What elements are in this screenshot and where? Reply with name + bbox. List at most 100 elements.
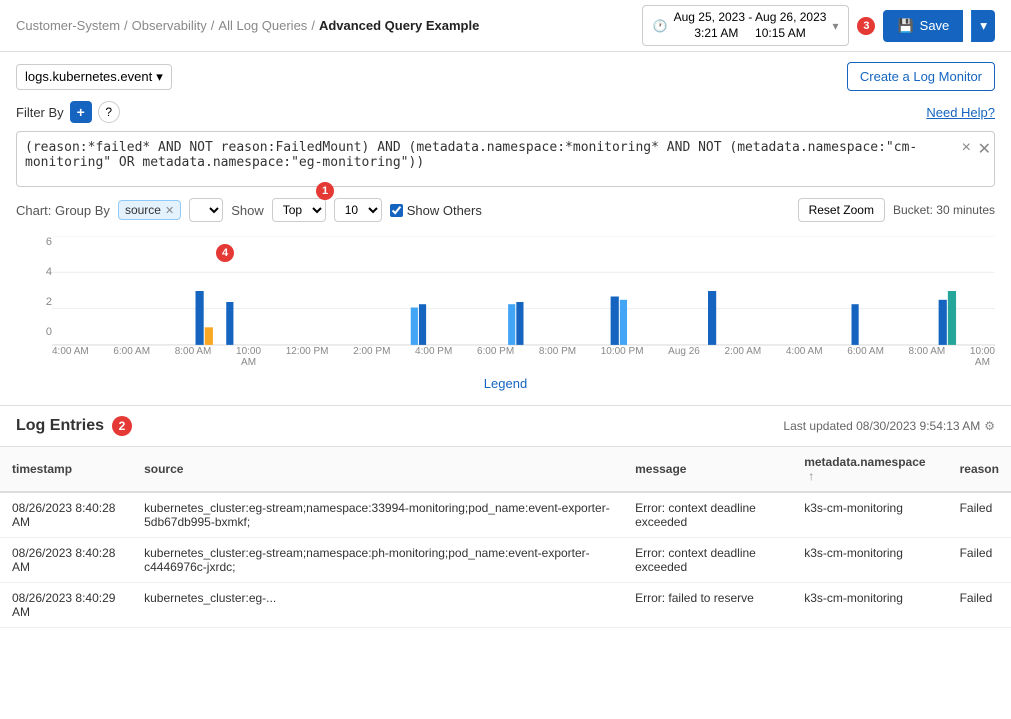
x-label-4: 10:00AM <box>236 346 261 368</box>
col-message[interactable]: message <box>623 447 792 492</box>
query-close-button[interactable]: ✕ <box>978 139 991 159</box>
group-by-dropdown[interactable] <box>189 198 223 222</box>
col-reason[interactable]: reason <box>948 447 1011 492</box>
col-namespace[interactable]: metadata.namespace ↑ <box>792 447 947 492</box>
x-label-12: 2:00 AM <box>725 346 762 368</box>
show-others-label: Show Others <box>407 203 482 218</box>
count-dropdown[interactable]: 10 <box>334 198 382 222</box>
last-updated-text: Last updated 08/30/2023 9:54:13 AM <box>783 419 980 433</box>
breadcrumb-current: Advanced Query Example <box>319 18 479 33</box>
table-row: 08/26/2023 8:40:28 AM kubernetes_cluster… <box>0 492 1011 538</box>
log-entries-title: Log Entries 2 <box>16 416 132 436</box>
breadcrumb-item-2[interactable]: Observability <box>132 18 207 33</box>
annotation-badge-1: 1 <box>316 182 334 200</box>
cell-namespace: k3s-cm-monitoring <box>792 492 947 538</box>
x-label-5: 12:00 PM <box>286 346 329 368</box>
cell-timestamp: 08/26/2023 8:40:28 AM <box>0 492 132 538</box>
reset-zoom-button[interactable]: Reset Zoom <box>798 198 885 222</box>
annotation-badge-4: 4 <box>216 244 234 262</box>
x-label-14: 6:00 AM <box>847 346 884 368</box>
log-source-label: logs.kubernetes.event <box>25 69 152 84</box>
sort-asc-icon: ↑ <box>808 469 814 483</box>
cell-namespace: k3s-cm-monitoring <box>792 583 947 628</box>
top-dropdown[interactable]: Top <box>272 198 326 222</box>
cell-message: Error: context deadline exceeded <box>623 492 792 538</box>
top-header: Customer-System / Observability / All Lo… <box>0 0 1011 52</box>
breadcrumb-item-1[interactable]: Customer-System <box>16 18 120 33</box>
save-icon: 💾 <box>897 18 913 34</box>
y-label-4: 4 <box>16 266 52 278</box>
col-timestamp[interactable]: timestamp <box>0 447 132 492</box>
cell-reason: Failed <box>948 538 1011 583</box>
breadcrumb-item-3[interactable]: All Log Queries <box>218 18 307 33</box>
create-monitor-button[interactable]: Create a Log Monitor <box>847 62 995 91</box>
table-header-row: timestamp source message metadata.namesp… <box>0 447 1011 492</box>
annotation-badge-2: 2 <box>112 416 132 436</box>
annotation-badge-3: 3 <box>857 17 875 35</box>
clock-icon: 🕐 <box>653 19 668 33</box>
chart-y-axis: 6 4 2 0 <box>16 236 52 338</box>
x-label-11: Aug 26 <box>668 346 700 368</box>
save-dropdown-button[interactable]: ▾ <box>971 10 995 42</box>
header-right: 🕐 Aug 25, 2023 - Aug 26, 2023 3:21 AM 10… <box>642 5 995 46</box>
cell-message: Error: context deadline exceeded <box>623 538 792 583</box>
y-label-2: 2 <box>16 296 52 308</box>
query-input[interactable]: (reason:*failed* AND NOT reason:FailedMo… <box>16 131 995 187</box>
main-content: logs.kubernetes.event ▾ Create a Log Mon… <box>0 52 1011 719</box>
group-by-value: source <box>125 203 161 217</box>
show-others-checkbox[interactable]: Show Others <box>390 203 482 218</box>
breadcrumb-sep-3: / <box>311 18 315 33</box>
settings-icon[interactable]: ⚙ <box>984 419 995 433</box>
breadcrumb-sep-1: / <box>124 18 128 33</box>
filter-help-button[interactable]: ? <box>98 101 120 123</box>
filter-add-button[interactable]: + <box>70 101 92 123</box>
show-others-input[interactable] <box>390 204 403 217</box>
x-label-9: 8:00 PM <box>539 346 576 368</box>
log-entries-header: Log Entries 2 Last updated 08/30/2023 9:… <box>0 406 1011 447</box>
x-label-7: 4:00 PM <box>415 346 452 368</box>
cell-source: kubernetes_cluster:eg-stream;namespace:p… <box>132 538 623 583</box>
cell-namespace: k3s-cm-monitoring <box>792 538 947 583</box>
last-updated: Last updated 08/30/2023 9:54:13 AM ⚙ <box>783 419 995 433</box>
log-entries-heading: Log Entries <box>16 417 104 435</box>
cell-timestamp: 08/26/2023 8:40:29 AM <box>0 583 132 628</box>
filter-row: Filter By + ? Need Help? <box>16 101 995 123</box>
y-label-6: 6 <box>16 236 52 248</box>
time-range: 3:21 AM 10:15 AM <box>674 26 827 42</box>
x-label-13: 4:00 AM <box>786 346 823 368</box>
datetime-display: Aug 25, 2023 - Aug 26, 2023 3:21 AM 10:1… <box>674 10 827 41</box>
x-label-15: 8:00 AM <box>909 346 946 368</box>
x-label-8: 6:00 PM <box>477 346 514 368</box>
chart-legend[interactable]: Legend <box>16 372 995 395</box>
cell-message: Error: failed to reserve <box>623 583 792 628</box>
chevron-down-icon: ▾ <box>832 19 838 33</box>
log-source-select[interactable]: logs.kubernetes.event ▾ <box>16 64 172 90</box>
cell-source: kubernetes_cluster:eg-... <box>132 583 623 628</box>
need-help-link[interactable]: Need Help? <box>926 105 995 120</box>
x-label-3: 8:00 AM <box>175 346 212 368</box>
chevron-down-icon: ▾ <box>156 69 163 85</box>
log-entries-section: Log Entries 2 Last updated 08/30/2023 9:… <box>0 406 1011 719</box>
breadcrumb: Customer-System / Observability / All Lo… <box>16 18 630 33</box>
chart-x-labels: 4:00 AM 6:00 AM 8:00 AM 10:00AM 12:00 PM… <box>52 346 995 368</box>
log-source-row: logs.kubernetes.event ▾ Create a Log Mon… <box>16 62 995 91</box>
x-label-2: 6:00 AM <box>113 346 150 368</box>
date-range: Aug 25, 2023 - Aug 26, 2023 <box>674 10 827 26</box>
breadcrumb-sep-2: / <box>211 18 215 33</box>
col-source[interactable]: source <box>132 447 623 492</box>
chart-group-by-label: Chart: Group By <box>16 203 110 218</box>
x-label-6: 2:00 PM <box>353 346 390 368</box>
group-by-remove-icon[interactable]: ✕ <box>165 204 174 217</box>
query-clear-button[interactable]: × <box>962 139 971 157</box>
cell-source: kubernetes_cluster:eg-stream;namespace:3… <box>132 492 623 538</box>
datetime-picker[interactable]: 🕐 Aug 25, 2023 - Aug 26, 2023 3:21 AM 10… <box>642 5 850 46</box>
x-label-16: 10:00AM <box>970 346 995 368</box>
chart-svg <box>52 236 995 346</box>
cell-reason: Failed <box>948 492 1011 538</box>
table-row: 08/26/2023 8:40:28 AM kubernetes_cluster… <box>0 538 1011 583</box>
log-table: timestamp source message metadata.namesp… <box>0 447 1011 719</box>
show-label: Show <box>231 203 264 218</box>
save-button[interactable]: 💾 Save <box>883 10 963 42</box>
x-label-1: 4:00 AM <box>52 346 89 368</box>
y-label-0: 0 <box>16 326 52 338</box>
